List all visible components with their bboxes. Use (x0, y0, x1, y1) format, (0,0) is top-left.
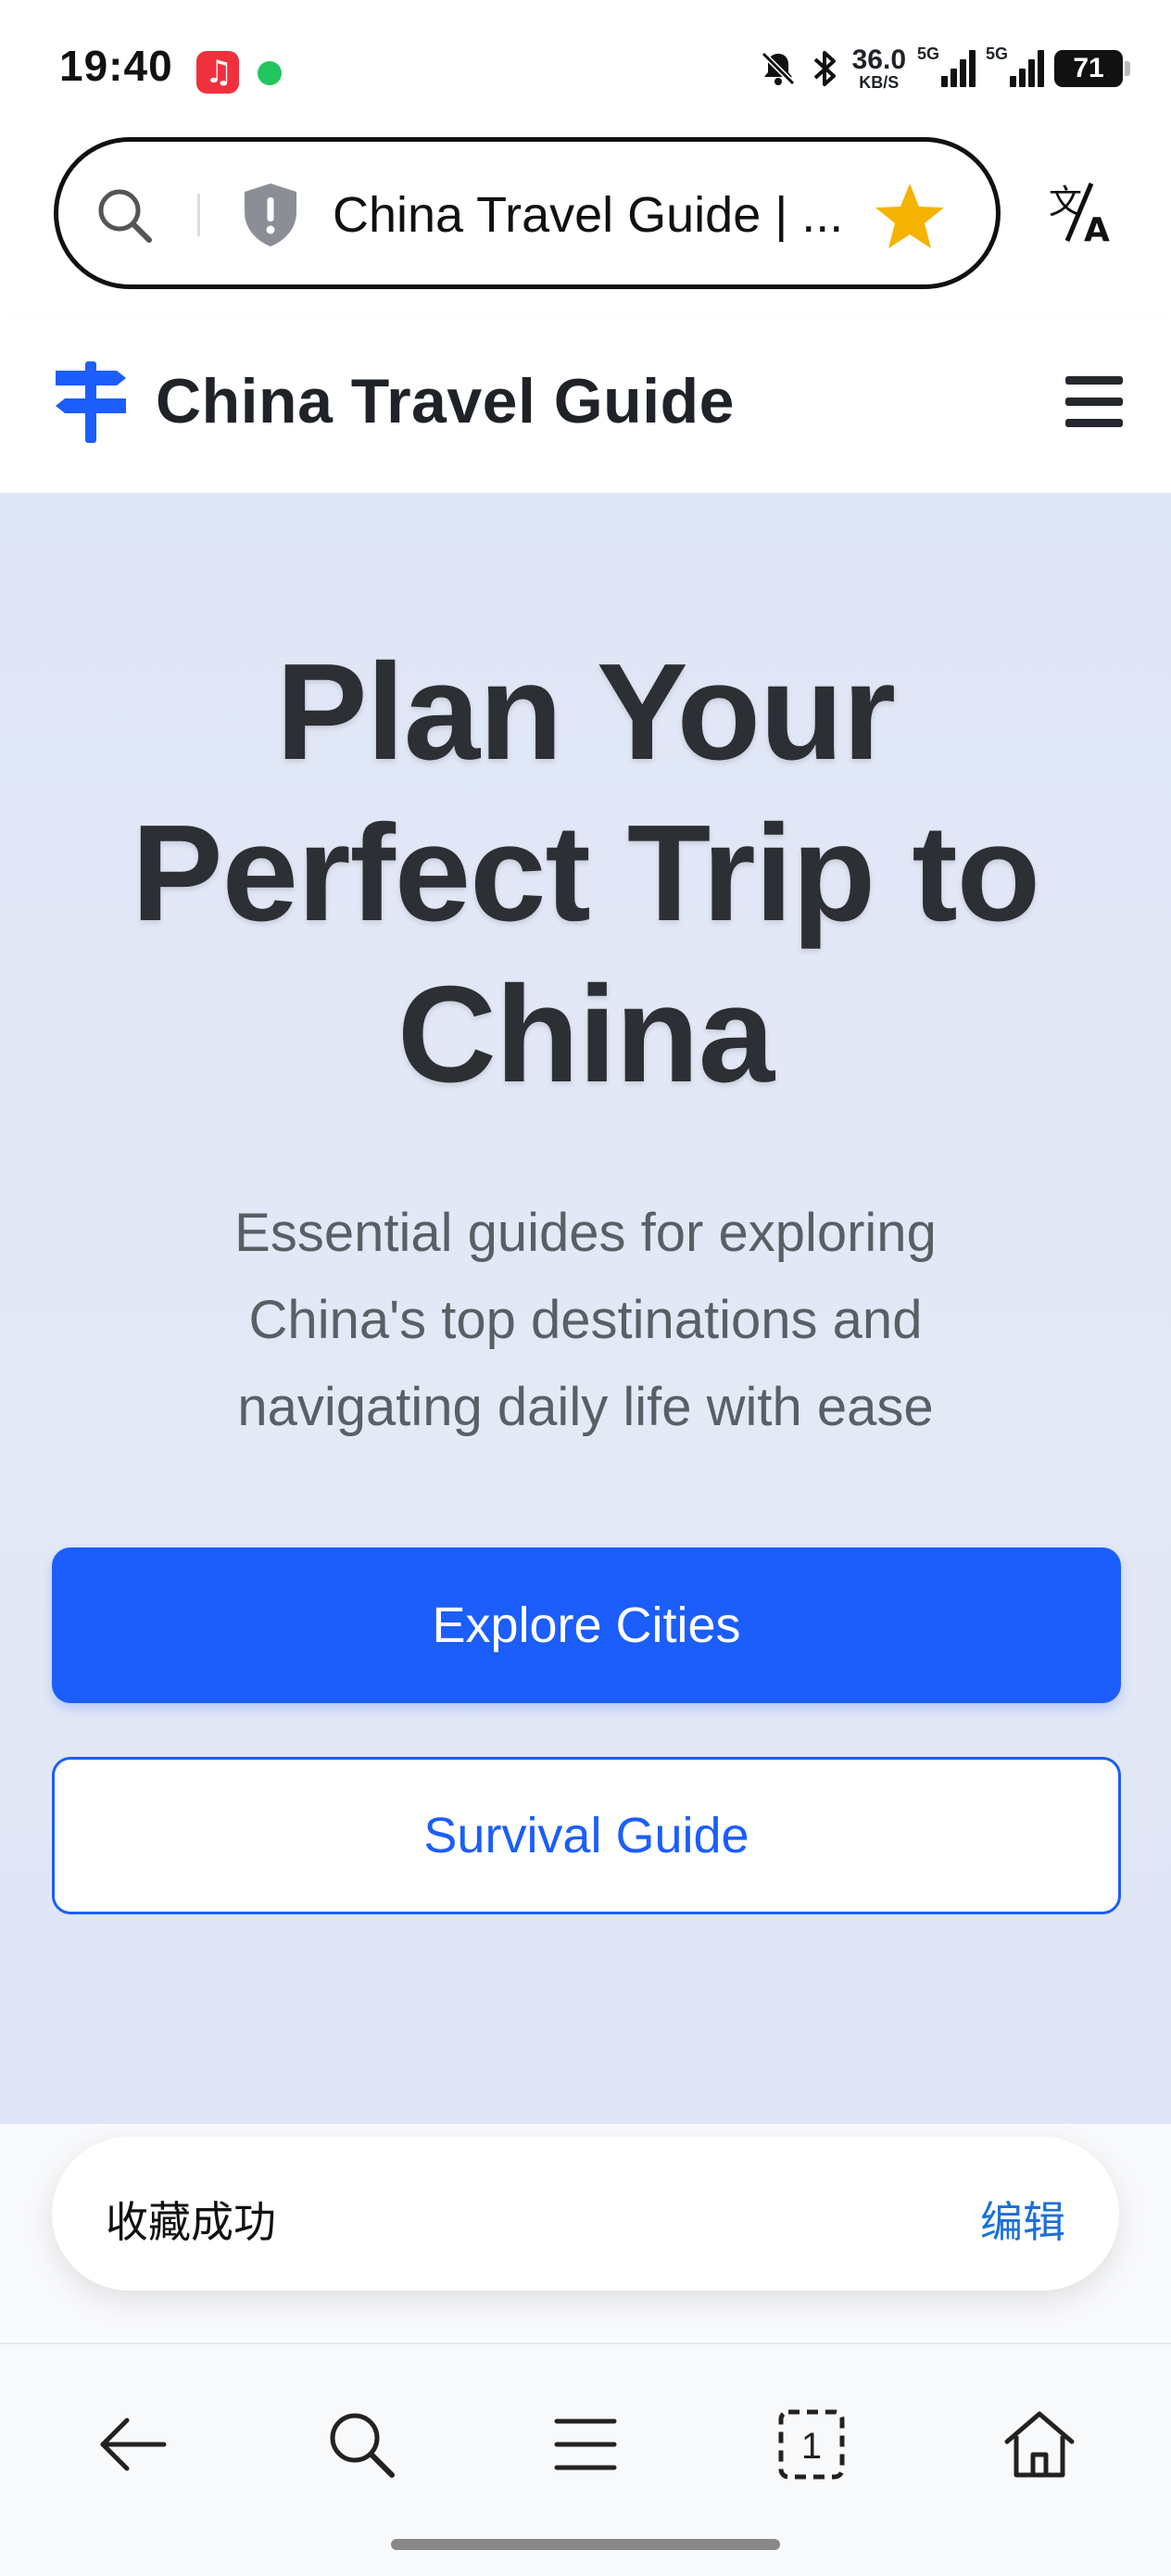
hero-subtitle: Essential guides for exploring China's t… (139, 1190, 1032, 1451)
home-icon (1004, 2411, 1075, 2478)
hero-title-line: China (397, 958, 774, 1111)
search-button[interactable] (317, 2400, 406, 2489)
tabs-button[interactable]: 1 (767, 2400, 856, 2489)
hero-title: Plan Your Perfect Trip to China (76, 632, 1095, 1116)
sim2-label: 5G (986, 44, 1009, 63)
hero-subtitle-line: China's top destinations and (248, 1290, 923, 1350)
menu-button[interactable] (541, 2400, 630, 2489)
bookmark-star-icon[interactable] (872, 179, 948, 255)
bluetooth-icon (813, 51, 836, 86)
signal-sim1-icon: 5G (917, 44, 976, 91)
security-shield-icon[interactable] (240, 181, 301, 249)
status-time: 19:40 (59, 42, 173, 90)
status-bar: 19:40 36.0 KB/S 5G 5G (0, 0, 1171, 130)
address-bar[interactable]: China Travel Guide | ... (54, 137, 1001, 289)
bookmark-toast: 收藏成功 编辑 (52, 2137, 1119, 2291)
network-speed: 36.0 KB/S (851, 44, 906, 92)
explore-cities-button[interactable]: Explore Cities (52, 1547, 1121, 1703)
svg-text:A: A (1084, 211, 1110, 248)
battery-icon: 71 (1054, 50, 1130, 87)
translate-icon: 文 A (1049, 183, 1110, 248)
search-icon[interactable] (92, 183, 157, 247)
tabs-icon: 1 (778, 2409, 845, 2480)
site-name[interactable]: China Travel Guide (156, 365, 735, 437)
status-indicators: 36.0 KB/S 5G 5G 71 (758, 41, 1130, 96)
chat-app-icon (258, 61, 282, 85)
battery-level: 71 (1073, 53, 1104, 83)
signpost-logo-icon[interactable] (52, 358, 130, 447)
home-button[interactable] (995, 2400, 1084, 2489)
hero-title-line: Perfect Trip to (131, 797, 1040, 950)
toast-edit-button[interactable]: 编辑 (980, 2189, 1065, 2250)
survival-guide-button[interactable]: Survival Guide (52, 1757, 1121, 1914)
back-icon (100, 2418, 167, 2471)
network-speed-value: 36.0 (851, 44, 906, 75)
music-app-icon (196, 51, 239, 94)
sim1-label: 5G (917, 44, 940, 63)
tabs-count: 1 (801, 2426, 822, 2467)
hero-subtitle-line: Essential guides for exploring (234, 1203, 937, 1263)
signal-sim2-icon: 5G (986, 44, 1044, 91)
toast-message: 收藏成功 (106, 2197, 276, 2247)
hero-title-line: Plan Your (275, 636, 896, 789)
home-indicator[interactable] (391, 2539, 780, 2550)
hero-section: Plan Your Perfect Trip to China Essentia… (0, 493, 1171, 2124)
translate-button[interactable]: 文 A (1039, 170, 1121, 252)
address-title[interactable]: China Travel Guide | ... (333, 186, 851, 244)
network-speed-unit: KB/S (859, 73, 900, 92)
search-icon (330, 2413, 395, 2478)
address-divider (197, 194, 200, 236)
site-header: China Travel Guide (0, 315, 1171, 493)
menu-icon (554, 2418, 617, 2470)
hamburger-menu-icon[interactable] (1065, 376, 1123, 428)
hero-subtitle-line: navigating daily life with ease (237, 1377, 934, 1437)
mute-icon (761, 51, 795, 86)
back-button[interactable] (89, 2400, 178, 2489)
